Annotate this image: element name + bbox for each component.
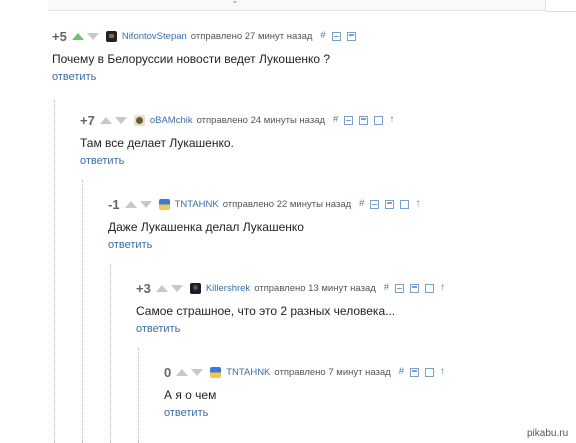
collapse-icon[interactable] — [331, 31, 341, 41]
save-icon[interactable] — [410, 367, 420, 377]
upvote-icon[interactable] — [155, 284, 168, 292]
sent-label: отправлено 7 минут назад — [274, 366, 391, 378]
save-icon[interactable] — [410, 283, 420, 293]
avatar[interactable] — [105, 30, 117, 42]
save-icon[interactable] — [385, 199, 395, 209]
comment: 0 TNTAHNK отправлено 7 минут назад # ↑ А… — [164, 365, 451, 421]
reply-link[interactable]: ответить — [164, 407, 208, 419]
chevron-down-icon[interactable]: ⌄ — [231, 0, 239, 6]
note-icon[interactable] — [425, 283, 435, 293]
parent-arrow-icon[interactable]: ↑ — [389, 115, 394, 125]
comment-rating: +7 — [80, 112, 95, 128]
note-icon[interactable] — [425, 367, 435, 377]
comment-header: +7 oBAMchik отправлено 24 минуты назад #… — [80, 112, 400, 128]
comment-rating: +3 — [136, 280, 151, 296]
thread-line — [54, 100, 55, 443]
thread-line — [82, 180, 83, 443]
reply-link[interactable]: ответить — [108, 239, 152, 251]
downvote-icon[interactable] — [170, 284, 183, 292]
comment: +7 oBAMchik отправлено 24 минуты назад #… — [80, 113, 400, 169]
comment-header: -1 TNTAHNK отправлено 22 минуты назад # … — [108, 196, 426, 212]
reply-link[interactable]: ответить — [52, 71, 96, 83]
comment-rating: -1 — [108, 196, 120, 212]
comment-text: Там все делает Лукашенко. — [80, 136, 234, 150]
comment-text: А я о чем — [164, 388, 217, 402]
comment-text: Даже Лукашенка делал Лукашенко — [108, 220, 304, 234]
sent-label: отправлено 24 минуты назад — [196, 114, 326, 126]
parent-arrow-icon[interactable]: ↑ — [440, 367, 445, 377]
comment-header: +3 Killershrek отправлено 13 минут назад… — [136, 280, 451, 296]
top-bar: ⌄ — [48, 0, 576, 12]
collapse-icon[interactable] — [370, 199, 380, 209]
comment-rating: 0 — [164, 364, 172, 380]
comment: +5 NifontovStepan отправлено 27 минут на… — [52, 29, 362, 85]
upvote-icon[interactable] — [99, 116, 112, 124]
hash-link[interactable]: # — [359, 199, 364, 209]
comment-text: Самое страшное, что это 2 разных человек… — [136, 304, 396, 318]
reply-link[interactable]: ответить — [136, 323, 180, 335]
comment: -1 TNTAHNK отправлено 22 минуты назад # … — [108, 197, 426, 253]
parent-arrow-icon[interactable]: ↑ — [415, 199, 420, 209]
downvote-icon[interactable] — [86, 32, 99, 40]
author-link[interactable]: Killershrek — [206, 283, 250, 294]
avatar[interactable] — [189, 282, 201, 294]
hash-link[interactable]: # — [320, 31, 325, 41]
comment-header: +5 NifontovStepan отправлено 27 минут на… — [52, 28, 362, 44]
author-link[interactable]: TNTAHNK — [175, 199, 219, 210]
hash-link[interactable]: # — [399, 367, 404, 377]
avatar[interactable] — [158, 198, 170, 210]
avatar[interactable] — [210, 366, 222, 378]
parent-arrow-icon[interactable]: ↑ — [440, 283, 445, 293]
reply-link[interactable]: ответить — [80, 155, 124, 167]
site-watermark: pikabu.ru — [527, 428, 569, 439]
collapse-icon[interactable] — [344, 115, 354, 125]
author-link[interactable]: NifontovStepan — [122, 31, 187, 42]
thread-line — [110, 264, 111, 443]
hash-link[interactable]: # — [333, 115, 338, 125]
save-icon[interactable] — [346, 31, 356, 41]
comment: +3 Killershrek отправлено 13 минут назад… — [136, 281, 451, 337]
downvote-icon[interactable] — [139, 200, 152, 208]
save-icon[interactable] — [359, 115, 369, 125]
avatar[interactable] — [133, 114, 145, 126]
thread-line — [138, 348, 139, 443]
upvote-icon[interactable] — [124, 200, 137, 208]
comment-text: Почему в Белоруссии новости ведет Лукоше… — [52, 52, 331, 66]
upvote-icon[interactable] — [71, 32, 84, 40]
note-icon[interactable] — [374, 115, 384, 125]
hash-link[interactable]: # — [384, 283, 389, 293]
author-link[interactable]: oBAMchik — [150, 115, 193, 126]
upvote-icon[interactable] — [176, 368, 189, 376]
downvote-icon[interactable] — [114, 116, 127, 124]
sent-label: отправлено 27 минут назад — [190, 30, 313, 42]
sent-label: отправлено 13 минут назад — [254, 282, 376, 294]
sent-label: отправлено 22 минуты назад — [222, 198, 352, 210]
author-link[interactable]: TNTAHNK — [226, 367, 270, 378]
comment-rating: +5 — [52, 28, 67, 44]
collapse-icon[interactable] — [395, 283, 405, 293]
top-right-box[interactable] — [545, 0, 576, 12]
downvote-icon[interactable] — [191, 368, 204, 376]
comment-header: 0 TNTAHNK отправлено 7 минут назад # ↑ — [164, 364, 451, 380]
note-icon[interactable] — [400, 199, 410, 209]
